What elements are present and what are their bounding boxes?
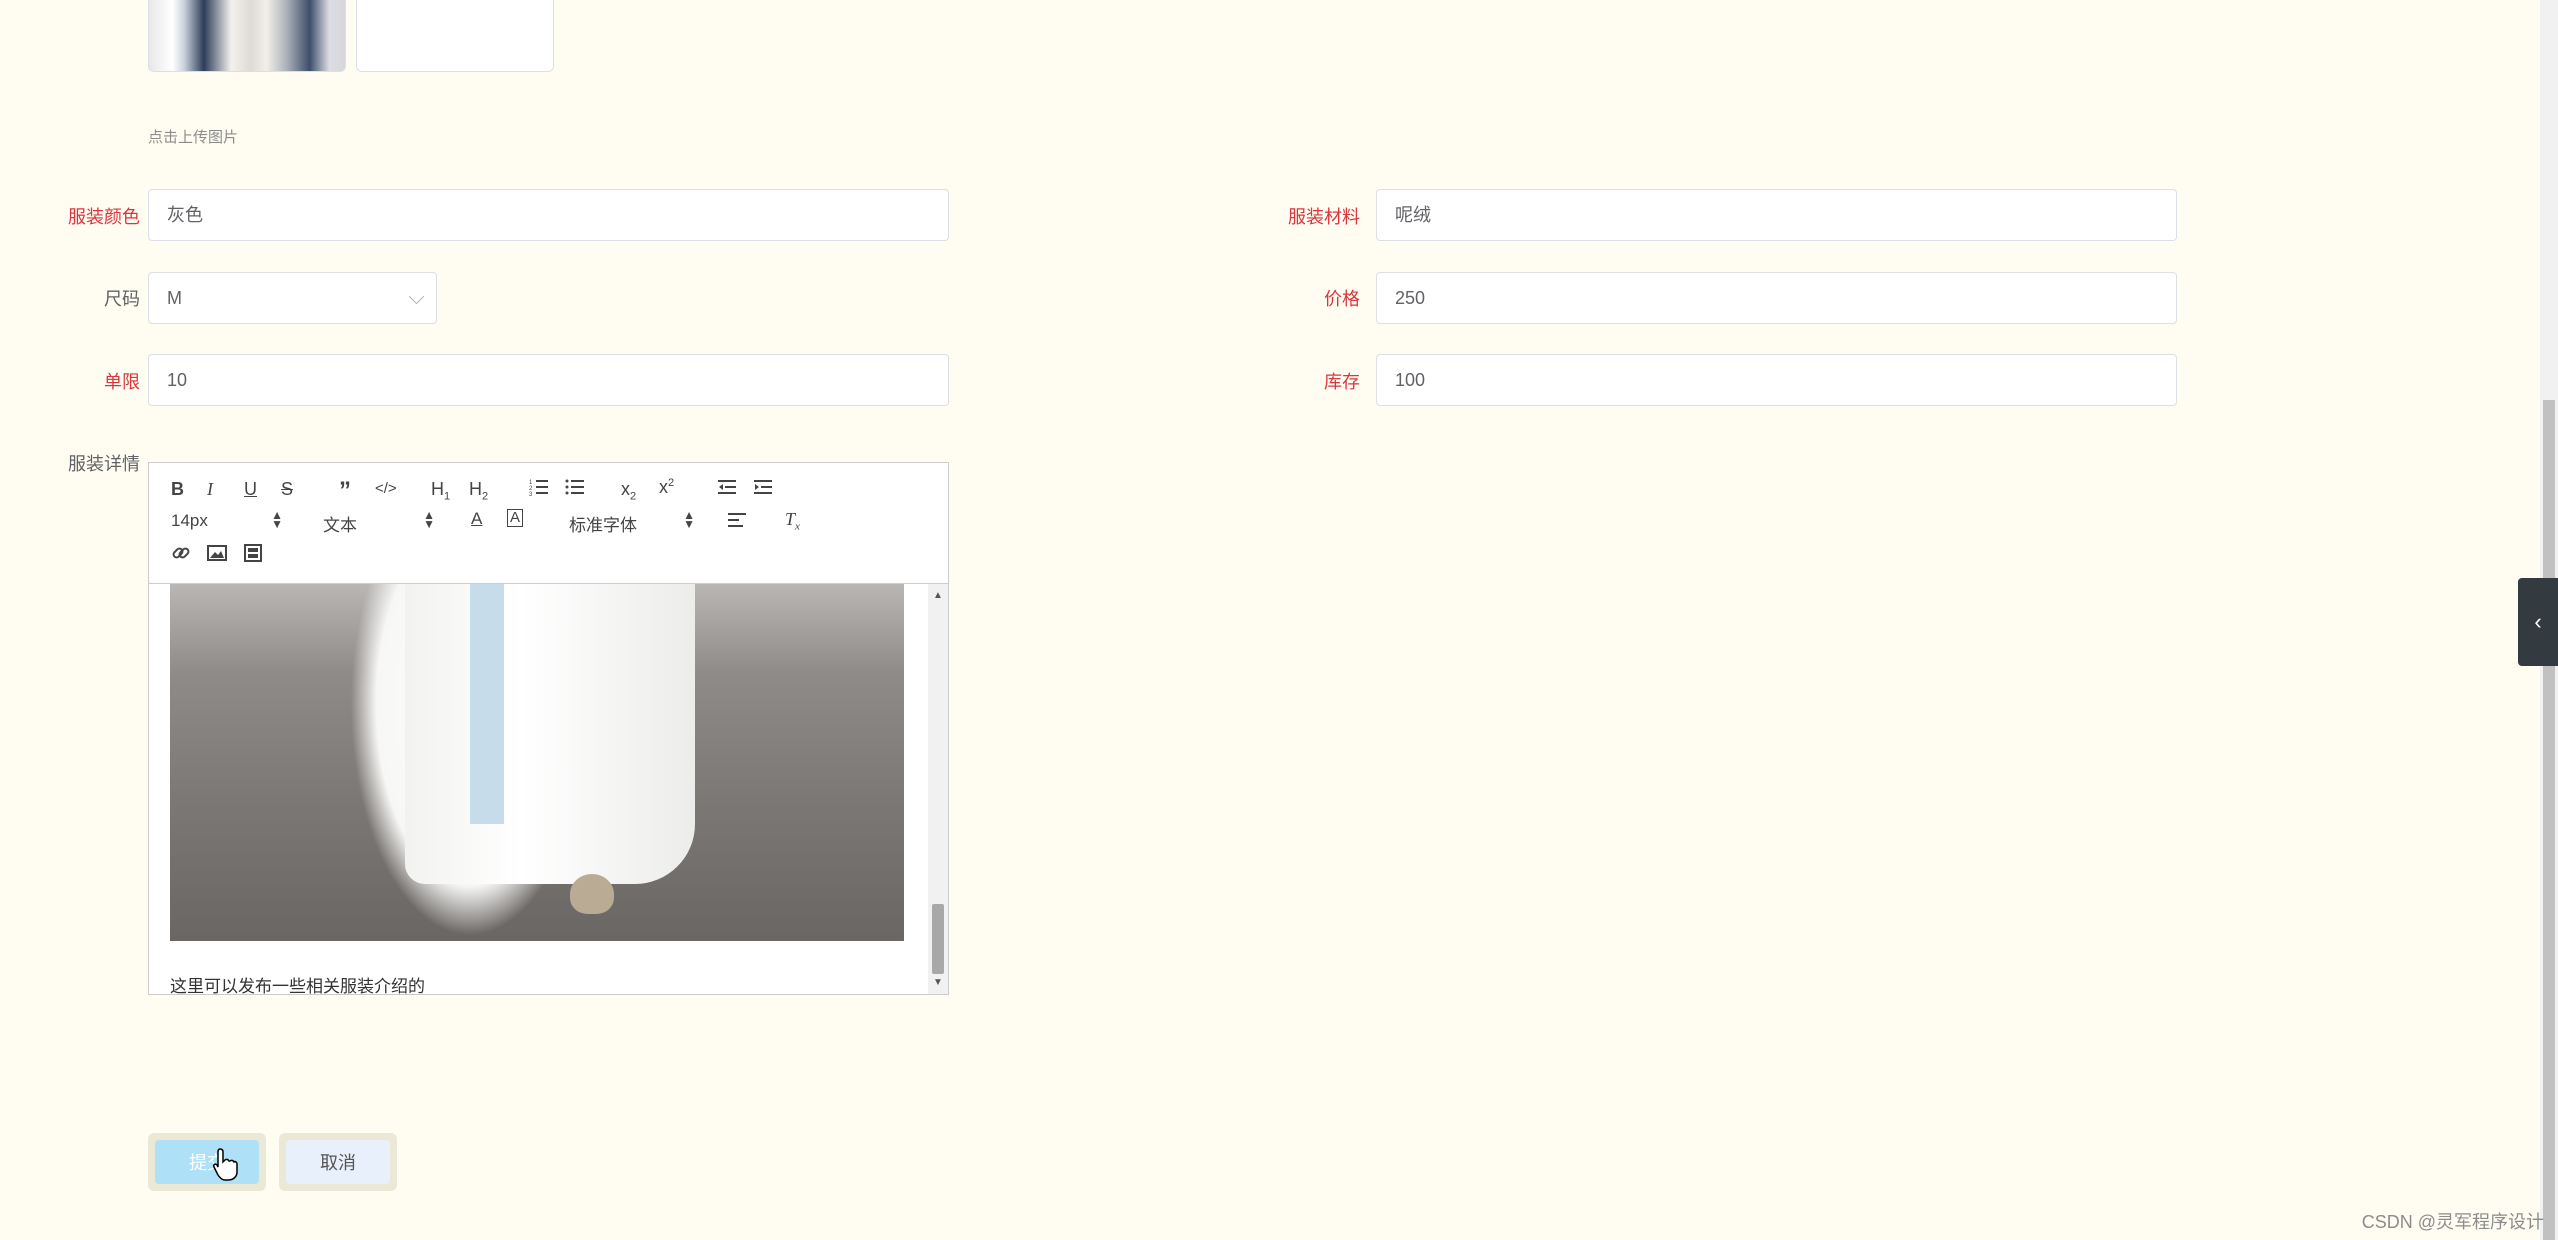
upload-hint: 点击上传图片 [148, 129, 239, 146]
header-value: 文本 [323, 516, 357, 535]
image-icon[interactable] [207, 543, 227, 563]
watermark: CSDN @灵军程序设计 [2361, 1212, 2544, 1232]
stock-input[interactable]: 100 [1376, 354, 2177, 406]
size-label: 尺码 [104, 289, 140, 309]
uploaded-image-thumbnail[interactable] [148, 0, 346, 72]
font-family-picker[interactable]: 标准字体 ▲ ▼ [569, 508, 695, 536]
price-label: 价格 [1324, 289, 1360, 309]
svg-text:3: 3 [529, 492, 533, 497]
editor-scroll-thumb[interactable] [932, 904, 944, 974]
limit-input[interactable]: 10 [148, 354, 949, 406]
size-select-value: M [167, 288, 182, 308]
align-icon[interactable] [727, 510, 747, 530]
subscript-icon[interactable]: x2 [621, 479, 636, 503]
italic-icon[interactable]: I [207, 479, 213, 500]
updown-icon: ▲ ▼ [271, 508, 283, 531]
code-block-icon[interactable]: </> [375, 480, 397, 497]
editor-scrollbar[interactable]: ▲ ▼ [928, 584, 948, 994]
image-ribbon [470, 584, 504, 824]
font-family-value: 标准字体 [569, 516, 637, 535]
upload-image-slot[interactable] [356, 0, 554, 72]
color-label: 服装颜色 [68, 207, 140, 227]
scroll-down-icon[interactable]: ▼ [933, 977, 943, 988]
page-content: 点击上传图片 服装颜色 灰色 服装材料 呢绒 尺码 M 价格 250 单限 10… [0, 0, 2558, 1240]
hand-cursor-icon [213, 1148, 238, 1181]
content-image [170, 584, 904, 941]
material-label: 服装材料 [1288, 207, 1360, 227]
editor-toolbar: B I U S ” </> H1 H2 123 x2 x2 14px ▲ ▼ 文… [149, 463, 948, 584]
rich-text-editor[interactable]: B I U S ” </> H1 H2 123 x2 x2 14px ▲ ▼ 文… [148, 462, 949, 995]
scroll-up-icon[interactable]: ▲ [933, 590, 943, 601]
side-panel-toggle[interactable]: ‹ [2518, 578, 2558, 666]
material-input[interactable]: 呢绒 [1376, 189, 2177, 241]
image-shoe [570, 874, 614, 914]
superscript-icon[interactable]: x2 [659, 477, 674, 498]
font-size-value: 14px [171, 511, 208, 530]
video-icon[interactable] [243, 543, 263, 563]
link-icon[interactable] [171, 543, 191, 563]
chevron-down-icon [408, 288, 425, 305]
indent-icon[interactable] [753, 477, 773, 497]
submit-button[interactable]: 提交 [155, 1140, 259, 1184]
details-label: 服装详情 [68, 454, 140, 474]
submit-button-wrap: 提交 [148, 1133, 266, 1191]
font-size-picker[interactable]: 14px ▲ ▼ [171, 508, 283, 531]
cancel-button[interactable]: 取消 [286, 1140, 390, 1184]
bold-icon[interactable]: B [171, 479, 184, 500]
chevron-left-icon: ‹ [2534, 609, 2542, 634]
font-color-icon[interactable]: A [471, 509, 482, 529]
header2-icon[interactable]: H2 [469, 479, 488, 503]
bullet-list-icon[interactable] [565, 477, 585, 497]
updown-icon: ▲ ▼ [683, 508, 695, 531]
page-scroll-thumb[interactable] [2543, 400, 2555, 1240]
clear-format-icon[interactable]: Tx [785, 509, 800, 533]
cancel-button-wrap: 取消 [279, 1133, 397, 1191]
stock-label: 库存 [1324, 372, 1360, 392]
ordered-list-icon[interactable]: 123 [529, 477, 549, 497]
color-input[interactable]: 灰色 [148, 189, 949, 241]
updown-icon: ▲ ▼ [423, 508, 435, 531]
editor-content[interactable]: 这里可以发布一些相关服装介绍的 [149, 584, 948, 994]
size-select[interactable]: M [148, 272, 437, 324]
background-color-icon[interactable]: A [507, 509, 524, 527]
price-input[interactable]: 250 [1376, 272, 2177, 324]
strike-icon[interactable]: S [281, 479, 293, 500]
header-picker[interactable]: 文本 ▲ ▼ [323, 508, 435, 536]
limit-label: 单限 [104, 372, 140, 392]
underline-icon[interactable]: U [244, 479, 257, 500]
header1-icon[interactable]: H1 [431, 479, 450, 503]
image-skirt [405, 584, 695, 884]
outdent-icon[interactable] [717, 477, 737, 497]
content-text: 这里可以发布一些相关服装介绍的 [170, 977, 425, 994]
blockquote-icon[interactable]: ” [339, 477, 351, 505]
